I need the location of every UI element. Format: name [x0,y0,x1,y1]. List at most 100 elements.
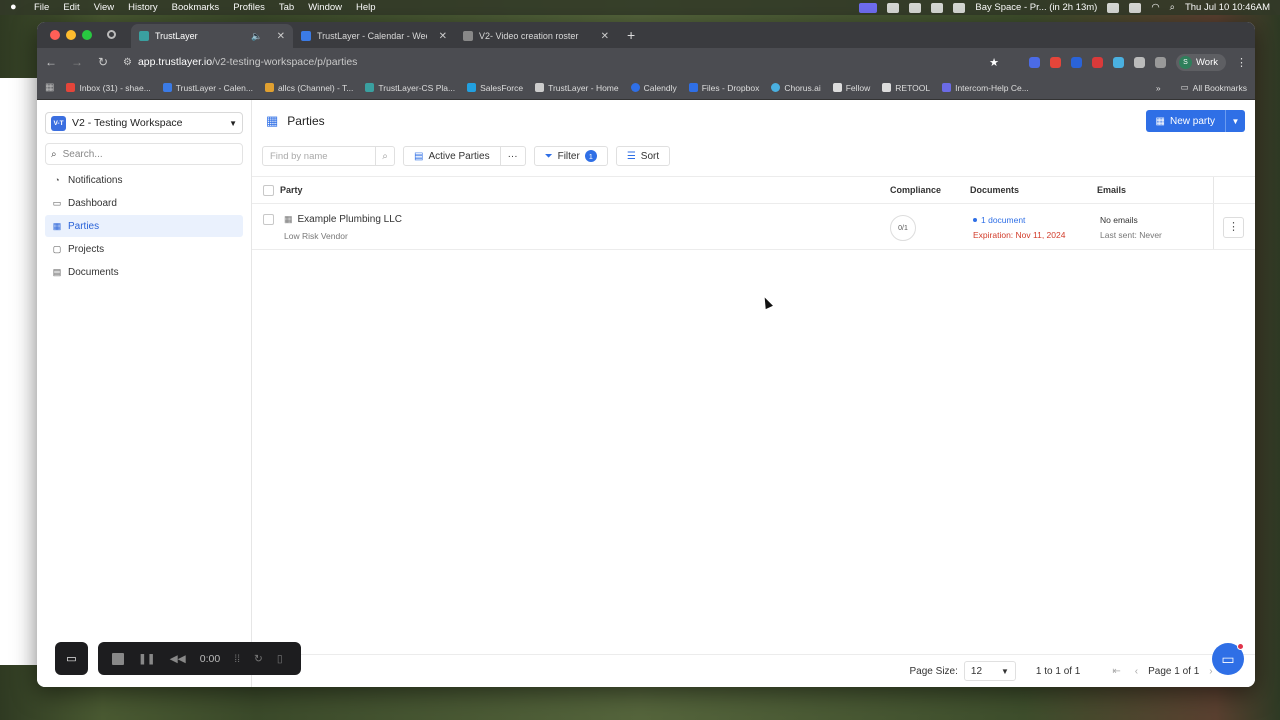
bookmark-item[interactable]: Inbox (31) - shae... [66,83,151,93]
calendar-event-status[interactable]: Bay Space - Pr... (in 2h 13m) [975,2,1097,13]
apps-grid-icon[interactable]: ▦ [45,82,54,93]
tab-audio-icon[interactable]: 🔈 [251,31,262,42]
battery-icon[interactable] [1129,2,1142,13]
more-bookmarks-icon[interactable]: » [1156,83,1161,93]
minimize-window-button[interactable] [66,30,76,40]
address-bar[interactable]: ⚙ app.trustlayer.io/v2-testing-workspace… [123,51,975,73]
menu-bookmarks[interactable]: Bookmarks [172,2,220,13]
close-tab-icon[interactable]: ✕ [277,31,285,42]
status-app-icon[interactable] [909,2,922,13]
browser-tab-roster[interactable]: V2- Video creation roster ✕ [455,24,617,48]
row-actions-kebab-icon[interactable]: ⋮ [1223,217,1244,238]
close-window-button[interactable] [50,30,60,40]
bookmark-item[interactable]: TrustLayer - Calen... [162,83,253,93]
bookmark-item[interactable]: allcs (Channel) - T... [264,83,353,93]
column-documents[interactable]: Documents [970,185,1019,195]
menu-help[interactable]: Help [356,2,376,13]
rewind-icon[interactable]: ◀◀ [170,653,186,665]
pause-icon[interactable]: ❚❚ [138,653,156,665]
next-page-icon[interactable]: › [1209,666,1212,677]
close-tab-icon[interactable]: ✕ [601,31,609,42]
back-icon[interactable]: ← [45,55,57,69]
previous-page-icon[interactable]: ‹ [1135,666,1138,677]
select-all-checkbox[interactable] [263,185,274,196]
menu-edit[interactable]: Edit [63,2,79,13]
screen-record-icon[interactable] [859,2,878,13]
bookmark-item[interactable]: Intercom-Help Ce... [942,83,1029,93]
bookmark-star-icon[interactable]: ★ [989,56,999,69]
bookmark-item[interactable]: TrustLayer - Home [535,83,619,93]
table-row[interactable]: ▦ Example Plumbing LLC Low Risk Vendor 0… [252,204,1255,250]
browser-tab-trustlayer[interactable]: TrustLayer 🔈 ✕ [131,24,293,48]
page-size-select[interactable]: 12 ▼ [963,661,1016,681]
column-party[interactable]: Party [280,185,303,195]
close-tab-icon[interactable]: ✕ [439,31,447,42]
row-checkbox[interactable] [263,214,274,225]
control-center-icon[interactable] [1107,2,1120,13]
sidebar-item-notifications[interactable]: ◔ Notifications [45,169,243,191]
extension-icon[interactable] [1050,56,1061,68]
status-app-icon[interactable] [931,2,944,13]
extension-icon[interactable] [1071,56,1082,68]
forward-icon[interactable]: → [71,55,83,69]
sort-button[interactable]: ☰ Sort [615,146,671,166]
view-more-icon[interactable]: ··· [500,146,526,166]
workspace-switcher[interactable]: V-T V2 - Testing Workspace ▼ [45,112,243,134]
intercom-chat-button[interactable]: ▭ [1212,643,1244,675]
menu-profiles[interactable]: Profiles [233,2,265,13]
sidebar-item-dashboard[interactable]: ▭ Dashboard [45,192,243,214]
extension-icon[interactable] [1092,56,1103,68]
reload-icon[interactable]: ↻ [97,55,109,69]
bookmark-item[interactable]: Calendly [630,83,677,93]
column-compliance[interactable]: Compliance [890,185,941,195]
extensions-puzzle-icon[interactable] [1134,56,1145,68]
chrome-menu-icon[interactable]: ⋮ [1236,56,1247,69]
bookmark-item[interactable]: Fellow [832,83,870,93]
bookmark-item[interactable]: Files - Dropbox [688,83,759,93]
new-party-dropdown-icon[interactable]: ▼ [1225,110,1245,132]
wifi-icon[interactable]: ◠ [1151,2,1159,13]
find-by-name[interactable]: ⌕ [262,146,395,166]
apple-icon[interactable]: ● [10,2,20,13]
new-party-button[interactable]: ▦ New party [1146,110,1225,132]
search-input[interactable] [62,148,223,160]
menu-window[interactable]: Window [308,2,342,13]
menubar-clock[interactable]: Thu Jul 10 10:46AM [1185,2,1270,13]
extension-icon[interactable] [1029,56,1040,68]
spotlight-icon[interactable]: ⌕ [1170,2,1175,13]
bookmark-item[interactable]: TrustLayer-CS Pla... [365,83,455,93]
menu-view[interactable]: View [94,2,114,13]
all-bookmarks-button[interactable]: ▭ All Bookmarks [1181,82,1247,93]
active-parties-button[interactable]: ▤ Active Parties [403,146,501,166]
bookmark-item[interactable]: RETOOL [882,83,930,93]
status-app-icon[interactable] [953,2,966,13]
menu-history[interactable]: History [128,2,158,13]
trash-icon[interactable]: ▯ [277,653,283,665]
menu-tab[interactable]: Tab [279,2,294,13]
search-icon[interactable]: ⌕ [375,147,394,165]
party-name-link[interactable]: ▦ Example Plumbing LLC [284,214,402,225]
profile-button[interactable]: S Work [1176,53,1226,71]
recorder-camera-button[interactable]: ▭ [55,642,88,675]
side-panel-icon[interactable] [1155,56,1166,68]
documents-link[interactable]: 1 document [973,215,1025,225]
extension-icon[interactable] [1113,56,1124,68]
grid-icon[interactable]: ⁞⁞ [234,653,240,665]
zoom-window-button[interactable] [82,30,92,40]
sidebar-search[interactable]: ⌕ [45,143,243,165]
new-tab-icon[interactable]: + [617,27,645,48]
status-app-icon[interactable] [887,2,900,13]
column-emails[interactable]: Emails [1097,185,1126,195]
find-by-name-input[interactable] [263,150,375,162]
bookmark-item[interactable]: Chorus.ai [771,83,821,93]
bookmark-item[interactable]: SalesForce [467,83,523,93]
sidebar-item-documents[interactable]: ▤ Documents [45,261,243,283]
browser-tab-calendar[interactable]: TrustLayer - Calendar - Week ✕ [293,24,455,48]
sidebar-item-parties[interactable]: ▦ Parties [45,215,243,237]
menu-file[interactable]: File [34,2,49,13]
site-info-icon[interactable]: ⚙ [123,57,132,68]
first-page-icon[interactable]: ⇤ [1112,666,1120,677]
stop-icon[interactable] [112,652,124,665]
filter-button[interactable]: ⏷ Filter 1 [533,146,608,166]
restart-icon[interactable]: ↻ [254,653,263,665]
